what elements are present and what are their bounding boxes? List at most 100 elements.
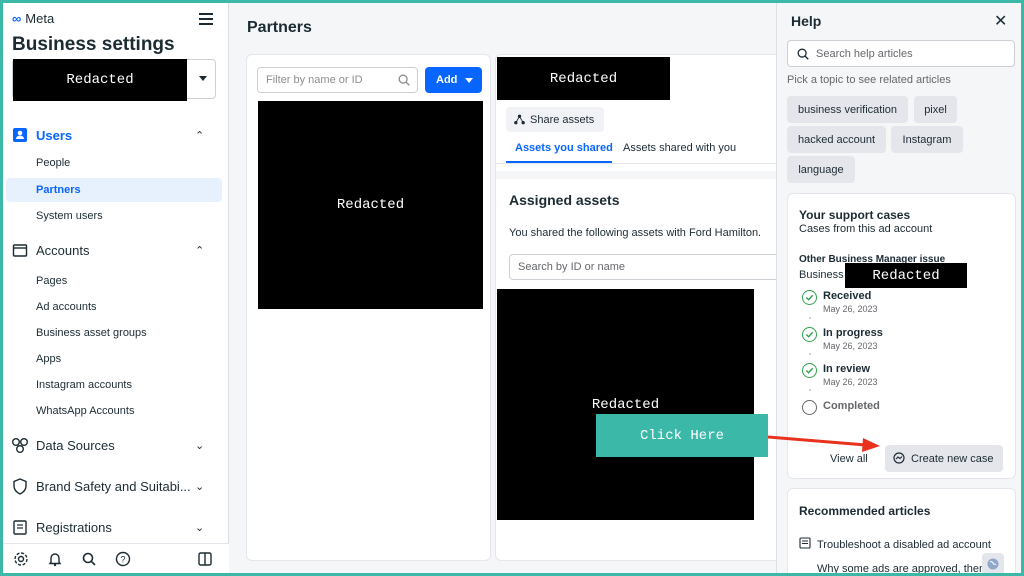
share-assets-button[interactable]: Share assets — [506, 107, 604, 132]
meta-logo[interactable]: ∞ Meta — [12, 11, 54, 26]
search-icon[interactable] — [80, 550, 98, 568]
partner-detail-panel: Redacted Share assets Assets you shared … — [495, 54, 785, 561]
caret-down-icon — [465, 78, 473, 83]
recommended-title: Recommended articles — [799, 504, 931, 518]
nav-section-brand-safety[interactable]: Brand Safety and Suitabi... ⌄ — [3, 473, 229, 499]
search-icon — [796, 47, 810, 64]
article-link[interactable]: Why some ads are approved, then — [817, 563, 985, 573]
nav-item-instagram-accounts[interactable]: Instagram accounts — [6, 373, 222, 397]
check-circle-icon — [802, 363, 817, 378]
chevron-down-icon[interactable] — [199, 76, 207, 81]
step-label: In review — [823, 363, 871, 375]
nav-item-business-asset-groups[interactable]: Business asset groups — [6, 321, 222, 345]
topic-chip[interactable]: hacked account — [787, 126, 886, 153]
sidebar-footer: ? — [3, 543, 229, 573]
nav-section-accounts[interactable]: Accounts ⌃ — [3, 237, 229, 263]
nav-item-people[interactable]: People — [6, 151, 222, 175]
help-search-input[interactable]: Search help articles — [787, 40, 1015, 67]
nav-section-label: Accounts — [36, 242, 90, 258]
account-selector[interactable]: Redacted — [12, 59, 216, 101]
nav-item-apps[interactable]: Apps — [6, 347, 222, 371]
nav-item-ad-accounts[interactable]: Ad accounts — [6, 295, 222, 319]
tab-assets-shared-with-you[interactable]: Assets shared with you — [623, 142, 736, 154]
partners-list-panel: Filter by name or ID Add Redacted — [246, 54, 491, 561]
case-business-label: Business — [799, 269, 844, 281]
recommended-articles-card: Recommended articles Troubleshoot a disa… — [787, 488, 1016, 573]
data-sources-icon — [11, 436, 29, 454]
chevron-down-icon[interactable]: ⌄ — [195, 521, 204, 534]
nav-item-partners[interactable]: Partners — [6, 178, 222, 202]
messenger-icon — [893, 452, 905, 467]
step-date: May 26, 2023 — [823, 304, 878, 314]
create-case-label: Create new case — [911, 452, 994, 465]
article-title: Troubleshoot a disabled ad account — [817, 538, 991, 551]
create-new-case-button[interactable]: Create new case — [885, 445, 1003, 472]
registrations-icon — [11, 518, 29, 536]
nav-section-registrations[interactable]: Registrations ⌄ — [3, 514, 229, 540]
share-icon — [514, 114, 525, 128]
nav-item-whatsapp-accounts[interactable]: WhatsApp Accounts — [6, 399, 222, 423]
nav-item-system-users[interactable]: System users — [6, 204, 222, 228]
bell-icon[interactable] — [46, 550, 64, 568]
step-label: Received — [823, 290, 872, 302]
page-title: Business settings — [12, 34, 175, 55]
svg-text:?: ? — [120, 555, 125, 565]
empty-circle-icon — [802, 400, 817, 415]
gear-icon[interactable] — [12, 550, 30, 568]
topic-chip[interactable]: business verification — [787, 96, 908, 123]
partner-name-redacted: Redacted — [497, 57, 670, 100]
nav-section-label: Users — [36, 127, 73, 143]
close-icon[interactable]: ✕ — [994, 11, 1007, 31]
asset-search-input[interactable]: Search by ID or name — [509, 254, 784, 280]
topic-chip[interactable]: Instagram — [891, 126, 963, 153]
red-arrow-icon — [768, 435, 880, 452]
nav-item-pages[interactable]: Pages — [6, 269, 222, 293]
globe-icon[interactable] — [982, 553, 1004, 573]
help-icon[interactable]: ? — [114, 550, 132, 568]
help-pick-topic: Pick a topic to see related articles — [787, 74, 951, 86]
chevron-up-icon[interactable]: ⌃ — [195, 129, 204, 142]
add-label: Add — [436, 74, 458, 86]
add-button[interactable]: Add — [425, 67, 482, 93]
panel-icon[interactable] — [196, 550, 214, 568]
tab-assets-you-shared[interactable]: Assets you shared — [515, 142, 613, 154]
topic-chip[interactable]: language — [787, 156, 855, 183]
asset-search-placeholder: Search by ID or name — [518, 261, 625, 273]
article-icon — [799, 537, 811, 552]
accounts-icon — [11, 241, 29, 259]
click-here-annotation: Click Here — [596, 414, 768, 457]
search-icon — [397, 73, 411, 90]
nav-section-label: Brand Safety and Suitabi... — [36, 478, 191, 494]
nav-section-users[interactable]: Users ⌃ — [3, 122, 229, 148]
meta-infinity-icon: ∞ — [12, 11, 22, 26]
nav-section-data-sources[interactable]: Data Sources ⌄ — [3, 432, 229, 458]
assets-list-redacted: Redacted — [497, 289, 754, 520]
filter-input[interactable]: Filter by name or ID — [257, 67, 418, 93]
users-icon — [11, 126, 29, 144]
tabs-divider — [496, 163, 784, 164]
check-circle-icon — [802, 327, 817, 342]
logo-text: Meta — [25, 11, 55, 26]
sidebar: ∞ Meta Business settings Redacted Users … — [3, 3, 229, 573]
help-search-placeholder: Search help articles — [816, 47, 913, 60]
assigned-assets-subtitle: You shared the following assets with For… — [509, 227, 762, 239]
check-circle-icon — [802, 290, 817, 305]
hamburger-menu-icon[interactable] — [199, 13, 213, 25]
chevron-down-icon[interactable]: ⌄ — [195, 439, 204, 452]
step-connector — [809, 353, 811, 358]
shield-icon — [11, 477, 29, 495]
article-link[interactable]: Troubleshoot a disabled ad account — [799, 537, 991, 552]
app-window: ∞ Meta Business settings Redacted Users … — [3, 3, 1021, 573]
chevron-up-icon[interactable]: ⌃ — [195, 244, 204, 257]
main-title: Partners — [247, 19, 312, 36]
chevron-down-icon[interactable]: ⌄ — [195, 480, 204, 493]
help-panel: Help ✕ Search help articles Pick a topic… — [776, 3, 1021, 573]
topic-chip[interactable]: pixel — [914, 96, 957, 123]
step-connector — [809, 317, 811, 322]
step-connector — [809, 389, 811, 394]
status-step-completed: Completed — [802, 400, 1002, 430]
status-step-in-progress: In progress May 26, 2023 — [802, 327, 1002, 357]
status-step-in-review: In review May 26, 2023 — [802, 363, 1002, 393]
share-assets-label: Share assets — [530, 113, 595, 126]
step-date: May 26, 2023 — [823, 341, 878, 351]
